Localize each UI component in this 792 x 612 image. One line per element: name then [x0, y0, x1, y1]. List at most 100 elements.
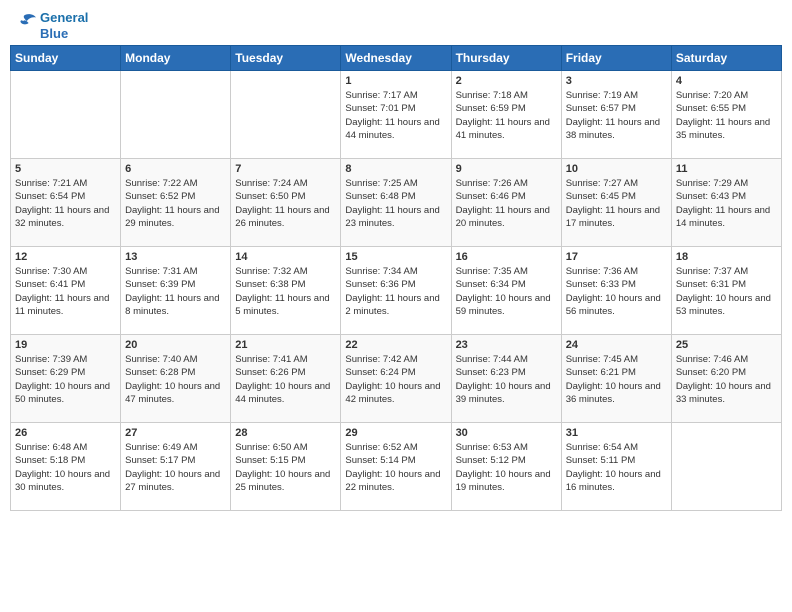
- day-info: Sunrise: 7:30 AMSunset: 6:41 PMDaylight:…: [15, 265, 116, 318]
- day-info: Sunrise: 7:17 AMSunset: 7:01 PMDaylight:…: [345, 89, 446, 142]
- day-info: Sunrise: 7:27 AMSunset: 6:45 PMDaylight:…: [566, 177, 667, 230]
- calendar-header-thursday: Thursday: [451, 46, 561, 71]
- calendar-header-friday: Friday: [561, 46, 671, 71]
- page-header: General Blue: [10, 10, 782, 41]
- day-number: 9: [456, 163, 557, 175]
- day-info: Sunrise: 6:54 AMSunset: 5:11 PMDaylight:…: [566, 441, 667, 494]
- calendar-day-cell: 19 Sunrise: 7:39 AMSunset: 6:29 PMDayligh…: [11, 335, 121, 423]
- day-number: 25: [676, 339, 777, 351]
- day-number: 14: [235, 251, 336, 263]
- day-info: Sunrise: 7:39 AMSunset: 6:29 PMDaylight:…: [15, 353, 116, 406]
- calendar-header-wednesday: Wednesday: [341, 46, 451, 71]
- calendar-day-cell: 23Sunrise: 7:44 AMSunset: 6:23 PMDayligh…: [451, 335, 561, 423]
- day-info: Sunrise: 7:18 AMSunset: 6:59 PMDaylight:…: [456, 89, 557, 142]
- day-info: Sunrise: 7:46 AMSunset: 6:20 PMDaylight:…: [676, 353, 777, 406]
- calendar-day-cell: 30Sunrise: 6:53 AMSunset: 5:12 PMDayligh…: [451, 423, 561, 511]
- day-info: Sunrise: 7:45 AMSunset: 6:21 PMDaylight:…: [566, 353, 667, 406]
- calendar-day-cell: 8 Sunrise: 7:25 AMSunset: 6:48 PMDaylight…: [341, 159, 451, 247]
- day-number: 13: [125, 251, 226, 263]
- day-number: 7: [235, 163, 336, 175]
- calendar-week-row: 26 Sunrise: 6:48 AMSunset: 5:18 PMDayligh…: [11, 423, 782, 511]
- day-number: 24: [566, 339, 667, 351]
- day-info: Sunrise: 7:44 AMSunset: 6:23 PMDaylight:…: [456, 353, 557, 406]
- day-number: 6: [125, 163, 226, 175]
- day-info: Sunrise: 7:26 AMSunset: 6:46 PMDaylight:…: [456, 177, 557, 230]
- day-number: 17: [566, 251, 667, 263]
- day-info: Sunrise: 7:42 AMSunset: 6:24 PMDaylight:…: [345, 353, 446, 406]
- calendar-day-cell: 20 Sunrise: 7:40 AMSunset: 6:28 PMDayligh…: [121, 335, 231, 423]
- calendar-day-cell: [671, 423, 781, 511]
- day-number: 5: [15, 163, 116, 175]
- calendar-week-row: 1 Sunrise: 7:17 AMSunset: 7:01 PMDaylight…: [11, 71, 782, 159]
- calendar-day-cell: 12Sunrise: 7:30 AMSunset: 6:41 PMDayligh…: [11, 247, 121, 335]
- calendar-day-cell: 2Sunrise: 7:18 AMSunset: 6:59 PMDaylight…: [451, 71, 561, 159]
- day-info: Sunrise: 7:19 AMSunset: 6:57 PMDaylight:…: [566, 89, 667, 142]
- day-number: 20: [125, 339, 226, 351]
- day-info: Sunrise: 7:29 AMSunset: 6:43 PMDaylight:…: [676, 177, 777, 230]
- day-info: Sunrise: 7:35 AMSunset: 6:34 PMDaylight:…: [456, 265, 557, 318]
- day-number: 10: [566, 163, 667, 175]
- day-info: Sunrise: 7:25 AMSunset: 6:48 PMDaylight:…: [345, 177, 446, 230]
- calendar-day-cell: 4 Sunrise: 7:20 AMSunset: 6:55 PMDaylight…: [671, 71, 781, 159]
- calendar-day-cell: 27 Sunrise: 6:49 AMSunset: 5:17 PMDayligh…: [121, 423, 231, 511]
- calendar-day-cell: 26 Sunrise: 6:48 AMSunset: 5:18 PMDayligh…: [11, 423, 121, 511]
- day-number: 26: [15, 427, 116, 439]
- day-info: Sunrise: 7:37 AMSunset: 6:31 PMDaylight:…: [676, 265, 777, 318]
- calendar-day-cell: 25 Sunrise: 7:46 AMSunset: 6:20 PMDayligh…: [671, 335, 781, 423]
- calendar-header-tuesday: Tuesday: [231, 46, 341, 71]
- day-number: 27: [125, 427, 226, 439]
- calendar-header-monday: Monday: [121, 46, 231, 71]
- calendar-day-cell: 15 Sunrise: 7:34 AMSunset: 6:36 PMDayligh…: [341, 247, 451, 335]
- day-info: Sunrise: 7:21 AMSunset: 6:54 PMDaylight:…: [15, 177, 116, 230]
- day-info: Sunrise: 7:34 AMSunset: 6:36 PMDaylight:…: [345, 265, 446, 318]
- calendar-day-cell: [11, 71, 121, 159]
- calendar-day-cell: 21 Sunrise: 7:41 AMSunset: 6:26 PMDayligh…: [231, 335, 341, 423]
- calendar-day-cell: 24 Sunrise: 7:45 AMSunset: 6:21 PMDayligh…: [561, 335, 671, 423]
- day-info: Sunrise: 7:31 AMSunset: 6:39 PMDaylight:…: [125, 265, 226, 318]
- day-info: Sunrise: 6:48 AMSunset: 5:18 PMDaylight:…: [15, 441, 116, 494]
- calendar-day-cell: 10 Sunrise: 7:27 AMSunset: 6:45 PMDayligh…: [561, 159, 671, 247]
- calendar-day-cell: 13 Sunrise: 7:31 AMSunset: 6:39 PMDayligh…: [121, 247, 231, 335]
- logo-text: General Blue: [40, 10, 88, 41]
- day-number: 1: [345, 75, 446, 87]
- logo: General Blue: [10, 10, 88, 41]
- calendar-day-cell: 31 Sunrise: 6:54 AMSunset: 5:11 PMDayligh…: [561, 423, 671, 511]
- day-number: 3: [566, 75, 667, 87]
- calendar-day-cell: 3 Sunrise: 7:19 AMSunset: 6:57 PMDaylight…: [561, 71, 671, 159]
- day-info: Sunrise: 6:49 AMSunset: 5:17 PMDaylight:…: [125, 441, 226, 494]
- day-number: 15: [345, 251, 446, 263]
- day-number: 16: [456, 251, 557, 263]
- day-number: 11: [676, 163, 777, 175]
- calendar-day-cell: 16 Sunrise: 7:35 AMSunset: 6:34 PMDayligh…: [451, 247, 561, 335]
- logo-icon: [10, 12, 38, 34]
- calendar-week-row: 12Sunrise: 7:30 AMSunset: 6:41 PMDayligh…: [11, 247, 782, 335]
- day-number: 21: [235, 339, 336, 351]
- calendar-day-cell: 22 Sunrise: 7:42 AMSunset: 6:24 PMDayligh…: [341, 335, 451, 423]
- day-info: Sunrise: 7:22 AMSunset: 6:52 PMDaylight:…: [125, 177, 226, 230]
- calendar-day-cell: 17 Sunrise: 7:36 AMSunset: 6:33 PMDayligh…: [561, 247, 671, 335]
- calendar-header-saturday: Saturday: [671, 46, 781, 71]
- day-info: Sunrise: 7:32 AMSunset: 6:38 PMDaylight:…: [235, 265, 336, 318]
- calendar-header-row: SundayMondayTuesdayWednesdayThursdayFrid…: [11, 46, 782, 71]
- day-number: 22: [345, 339, 446, 351]
- day-info: Sunrise: 6:52 AMSunset: 5:14 PMDaylight:…: [345, 441, 446, 494]
- day-number: 28: [235, 427, 336, 439]
- calendar-day-cell: 6 Sunrise: 7:22 AMSunset: 6:52 PMDaylight…: [121, 159, 231, 247]
- calendar-day-cell: [121, 71, 231, 159]
- day-info: Sunrise: 7:24 AMSunset: 6:50 PMDaylight:…: [235, 177, 336, 230]
- day-info: Sunrise: 7:40 AMSunset: 6:28 PMDaylight:…: [125, 353, 226, 406]
- day-number: 31: [566, 427, 667, 439]
- day-number: 19: [15, 339, 116, 351]
- calendar-day-cell: 5 Sunrise: 7:21 AMSunset: 6:54 PMDaylight…: [11, 159, 121, 247]
- day-number: 8: [345, 163, 446, 175]
- calendar-day-cell: 28Sunrise: 6:50 AMSunset: 5:15 PMDayligh…: [231, 423, 341, 511]
- day-info: Sunrise: 7:20 AMSunset: 6:55 PMDaylight:…: [676, 89, 777, 142]
- calendar-day-cell: 1 Sunrise: 7:17 AMSunset: 7:01 PMDaylight…: [341, 71, 451, 159]
- day-number: 18: [676, 251, 777, 263]
- calendar-week-row: 19 Sunrise: 7:39 AMSunset: 6:29 PMDayligh…: [11, 335, 782, 423]
- calendar-day-cell: 14 Sunrise: 7:32 AMSunset: 6:38 PMDayligh…: [231, 247, 341, 335]
- calendar-day-cell: 11 Sunrise: 7:29 AMSunset: 6:43 PMDayligh…: [671, 159, 781, 247]
- day-info: Sunrise: 7:41 AMSunset: 6:26 PMDaylight:…: [235, 353, 336, 406]
- day-number: 4: [676, 75, 777, 87]
- day-info: Sunrise: 7:36 AMSunset: 6:33 PMDaylight:…: [566, 265, 667, 318]
